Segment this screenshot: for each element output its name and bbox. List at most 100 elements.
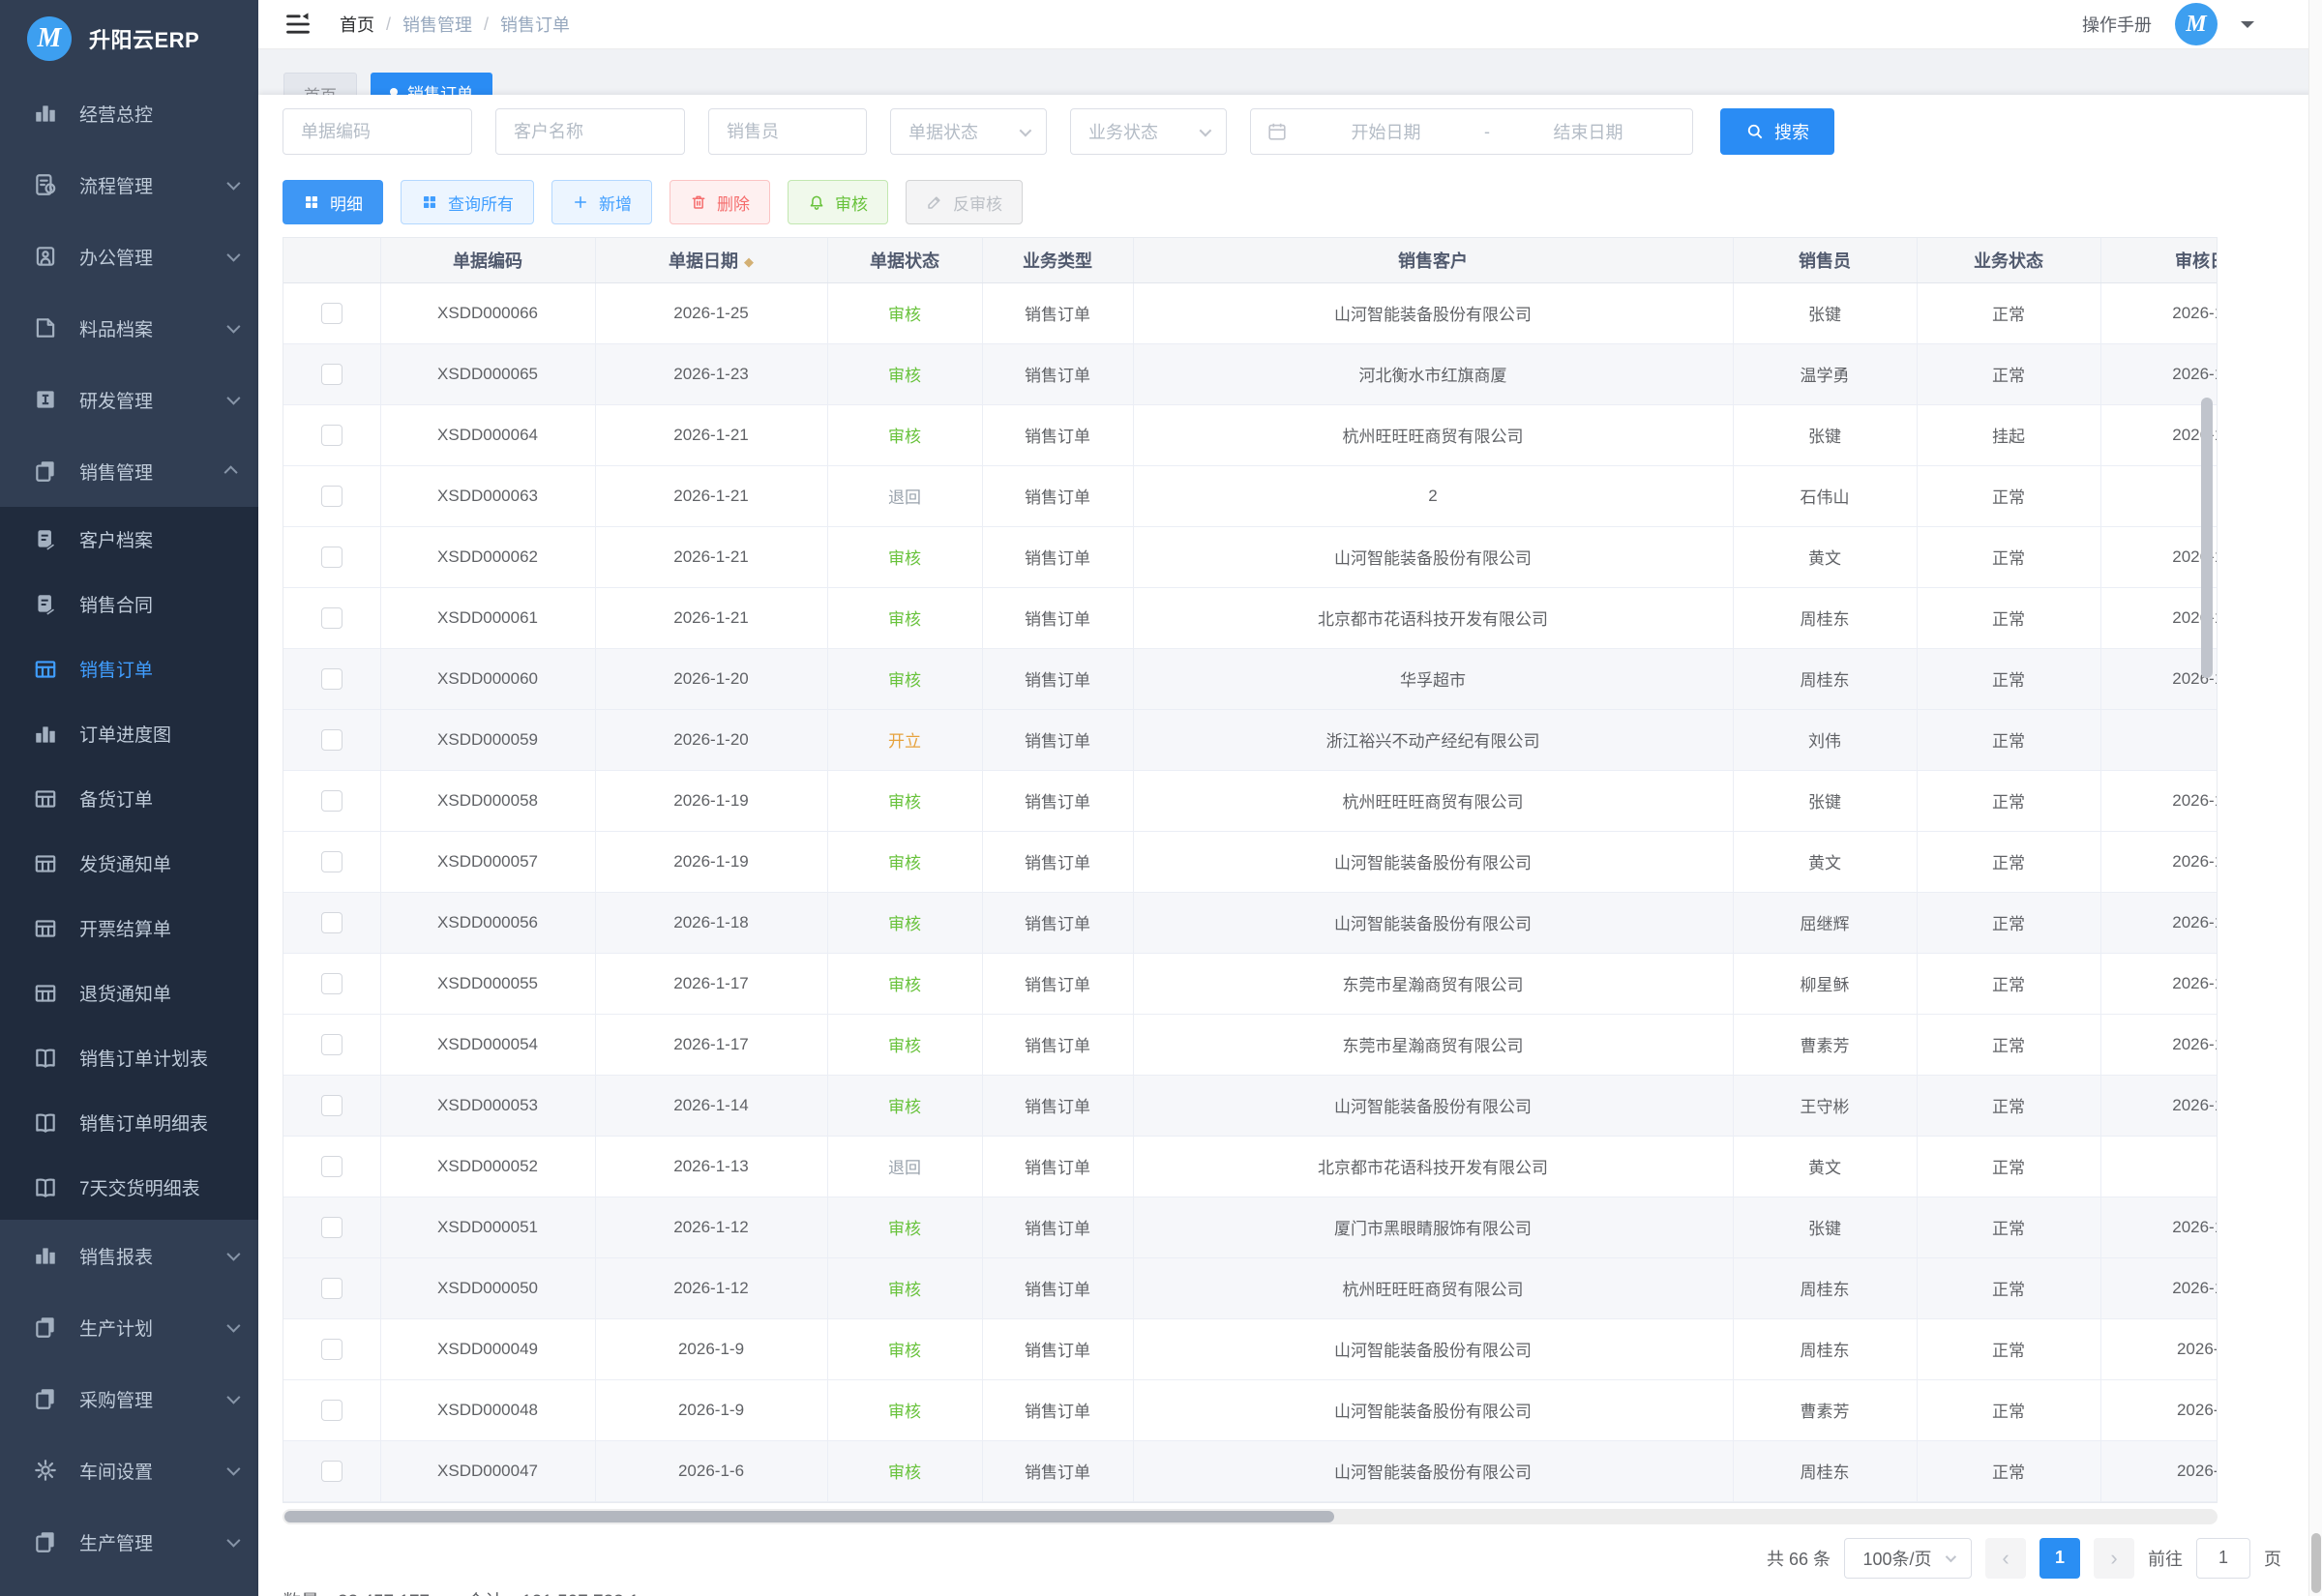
row-checkbox[interactable] <box>321 547 342 568</box>
cell-audit-date: 2026-1-6 <box>2100 1440 2218 1501</box>
row-checkbox[interactable] <box>321 668 342 690</box>
breadcrumb-home[interactable]: 首页 <box>340 12 374 37</box>
biz-status-select[interactable]: 业务状态 <box>1070 108 1227 155</box>
sidebar-item[interactable]: 销售订单明细表 <box>0 1090 258 1155</box>
cell-customer: 山河智能装备股份有限公司 <box>1133 1379 1733 1440</box>
row-checkbox[interactable] <box>321 1461 342 1482</box>
next-page-button[interactable]: › <box>2094 1538 2134 1579</box>
cell-doc-date: 2026-1-12 <box>595 1197 827 1257</box>
cell-customer: 浙江裕兴不动产经纪有限公司 <box>1133 709 1733 770</box>
sidebar-item[interactable]: 7天交货明细表 <box>0 1155 258 1220</box>
detail-button[interactable]: 明细 <box>283 180 383 224</box>
sidebar-item[interactable]: 生产计划 <box>0 1291 258 1363</box>
sort-diamond-icon[interactable]: ◆ <box>744 254 754 269</box>
sidebar-item[interactable]: 客户档案 <box>0 507 258 572</box>
row-checkbox[interactable] <box>321 1339 342 1360</box>
row-checkbox[interactable] <box>321 729 342 751</box>
sidebar-item[interactable]: 车间设置 <box>0 1434 258 1506</box>
sidebar-item[interactable]: 销售订单计划表 <box>0 1025 258 1090</box>
row-checkbox[interactable] <box>321 1034 342 1055</box>
sidebar-menu: 经营总控流程管理办公管理料品档案研发管理销售管理客户档案销售合同销售订单订单进度… <box>0 77 258 1596</box>
customer-name-input[interactable] <box>495 108 685 155</box>
cell-customer: 杭州旺旺旺商贸有限公司 <box>1133 1257 1733 1318</box>
user-menu-caret-icon[interactable] <box>2241 21 2254 35</box>
chevron-down-icon <box>226 1534 240 1548</box>
cell-biz-type: 销售订单 <box>982 770 1133 831</box>
sidebar-item[interactable]: 生产管理 <box>0 1506 258 1578</box>
sidebar-item[interactable]: 销售报表 <box>0 1220 258 1291</box>
tab-strip: 首页 销售订单 <box>258 49 2322 95</box>
breadcrumb-separator: / <box>484 15 489 35</box>
sidebar-item[interactable]: 销售订单 <box>0 636 258 701</box>
start-date-placeholder[interactable]: 开始日期 <box>1297 119 1474 144</box>
query-all-button[interactable]: 查询所有 <box>401 180 534 224</box>
sidebar-item[interactable]: 备货订单 <box>0 766 258 831</box>
breadcrumb-sales-mgmt[interactable]: 销售管理 <box>402 12 472 37</box>
app-window: M 升阳云ERP 经营总控流程管理办公管理料品档案研发管理销售管理客户档案销售合… <box>0 0 2322 1596</box>
delete-button[interactable]: 删除 <box>670 180 770 224</box>
table-row: XSDD0000562026-1-18审核销售订单山河智能装备股份有限公司屈继辉… <box>283 892 2218 953</box>
sidebar-item[interactable]: 销售合同 <box>0 572 258 636</box>
table-horizontal-scrollbar-thumb[interactable] <box>284 1511 1334 1522</box>
end-date-placeholder[interactable]: 结束日期 <box>1500 119 1677 144</box>
cell-doc-code: XSDD000065 <box>380 343 595 404</box>
sidebar-item[interactable]: 发货通知单 <box>0 831 258 896</box>
unapprove-button[interactable]: 反审核 <box>906 180 1023 224</box>
sidebar-item[interactable]: 研发管理 <box>0 364 258 435</box>
sidebar-item[interactable]: 采购管理 <box>0 1363 258 1434</box>
row-checkbox[interactable] <box>321 973 342 994</box>
table-vertical-scrollbar[interactable] <box>2201 398 2213 678</box>
column-header: 业务状态 <box>1917 238 2100 282</box>
collapse-sidebar-icon[interactable] <box>283 11 313 38</box>
page-size-select[interactable]: 100条/页 <box>1844 1538 1972 1579</box>
row-checkbox[interactable] <box>321 607 342 629</box>
tab-sales-order[interactable]: 销售订单 <box>371 73 492 95</box>
row-checkbox[interactable] <box>321 851 342 872</box>
cell-audit-date: 2026-1-17 <box>2100 953 2218 1014</box>
chevron-down-icon <box>226 1463 240 1476</box>
row-checkbox[interactable] <box>321 1400 342 1421</box>
cell-customer: 东莞市星瀚商贸有限公司 <box>1133 953 1733 1014</box>
row-checkbox[interactable] <box>321 1278 342 1299</box>
row-checkbox[interactable] <box>321 425 342 446</box>
date-range-picker[interactable]: 开始日期 - 结束日期 <box>1250 108 1693 155</box>
orders-table: 单据编码单据日期◆单据状态业务类型销售客户销售员业务状态审核日期 XSDD000… <box>283 238 2218 1502</box>
row-checkbox[interactable] <box>321 486 342 507</box>
sidebar-item[interactable]: 开票结算单 <box>0 896 258 961</box>
row-checkbox[interactable] <box>321 364 342 385</box>
column-header-sortable[interactable]: 单据日期◆ <box>595 238 827 282</box>
sidebar-item[interactable]: 料品档案 <box>0 292 258 364</box>
cell-biz-type: 销售订单 <box>982 282 1133 343</box>
prev-page-button[interactable]: ‹ <box>1985 1538 2026 1579</box>
sidebar-item[interactable]: 加工车间 <box>0 1578 258 1596</box>
status-badge: 开立 <box>888 732 921 751</box>
sidebar-item[interactable]: 订单进度图 <box>0 701 258 766</box>
tab-home[interactable]: 首页 <box>283 73 357 95</box>
row-checkbox[interactable] <box>321 1156 342 1177</box>
current-page-button[interactable]: 1 <box>2039 1538 2080 1579</box>
doc-code-input[interactable] <box>283 108 472 155</box>
sidebar-item[interactable]: 经营总控 <box>0 77 258 149</box>
manual-link[interactable]: 操作手册 <box>2082 12 2152 37</box>
goto-page-input[interactable] <box>2196 1538 2250 1579</box>
brand-logo-icon: M <box>27 16 72 61</box>
row-checkbox[interactable] <box>321 303 342 324</box>
sidebar-item[interactable]: 办公管理 <box>0 221 258 292</box>
approve-button[interactable]: 审核 <box>788 180 888 224</box>
summary-strip: 数量：33,457.177 合计：121,507,733.1 <box>283 1587 640 1596</box>
sidebar-item[interactable]: 销售管理 <box>0 435 258 507</box>
sidebar-item[interactable]: 流程管理 <box>0 149 258 221</box>
row-checkbox[interactable] <box>321 790 342 812</box>
salesperson-input[interactable] <box>708 108 867 155</box>
add-button[interactable]: 新增 <box>551 180 652 224</box>
row-checkbox[interactable] <box>321 1217 342 1238</box>
row-checkbox[interactable] <box>321 1095 342 1116</box>
page-scrollbar-thumb[interactable] <box>2311 1533 2321 1593</box>
doc-status-select[interactable]: 单据状态 <box>890 108 1047 155</box>
user-avatar[interactable]: M <box>2175 3 2218 45</box>
cell-doc-date: 2026-1-13 <box>595 1136 827 1197</box>
row-checkbox[interactable] <box>321 912 342 933</box>
sidebar-item[interactable]: 退货通知单 <box>0 961 258 1025</box>
sidebar-item-label: 办公管理 <box>79 244 153 270</box>
search-button[interactable]: 搜索 <box>1720 108 1834 155</box>
